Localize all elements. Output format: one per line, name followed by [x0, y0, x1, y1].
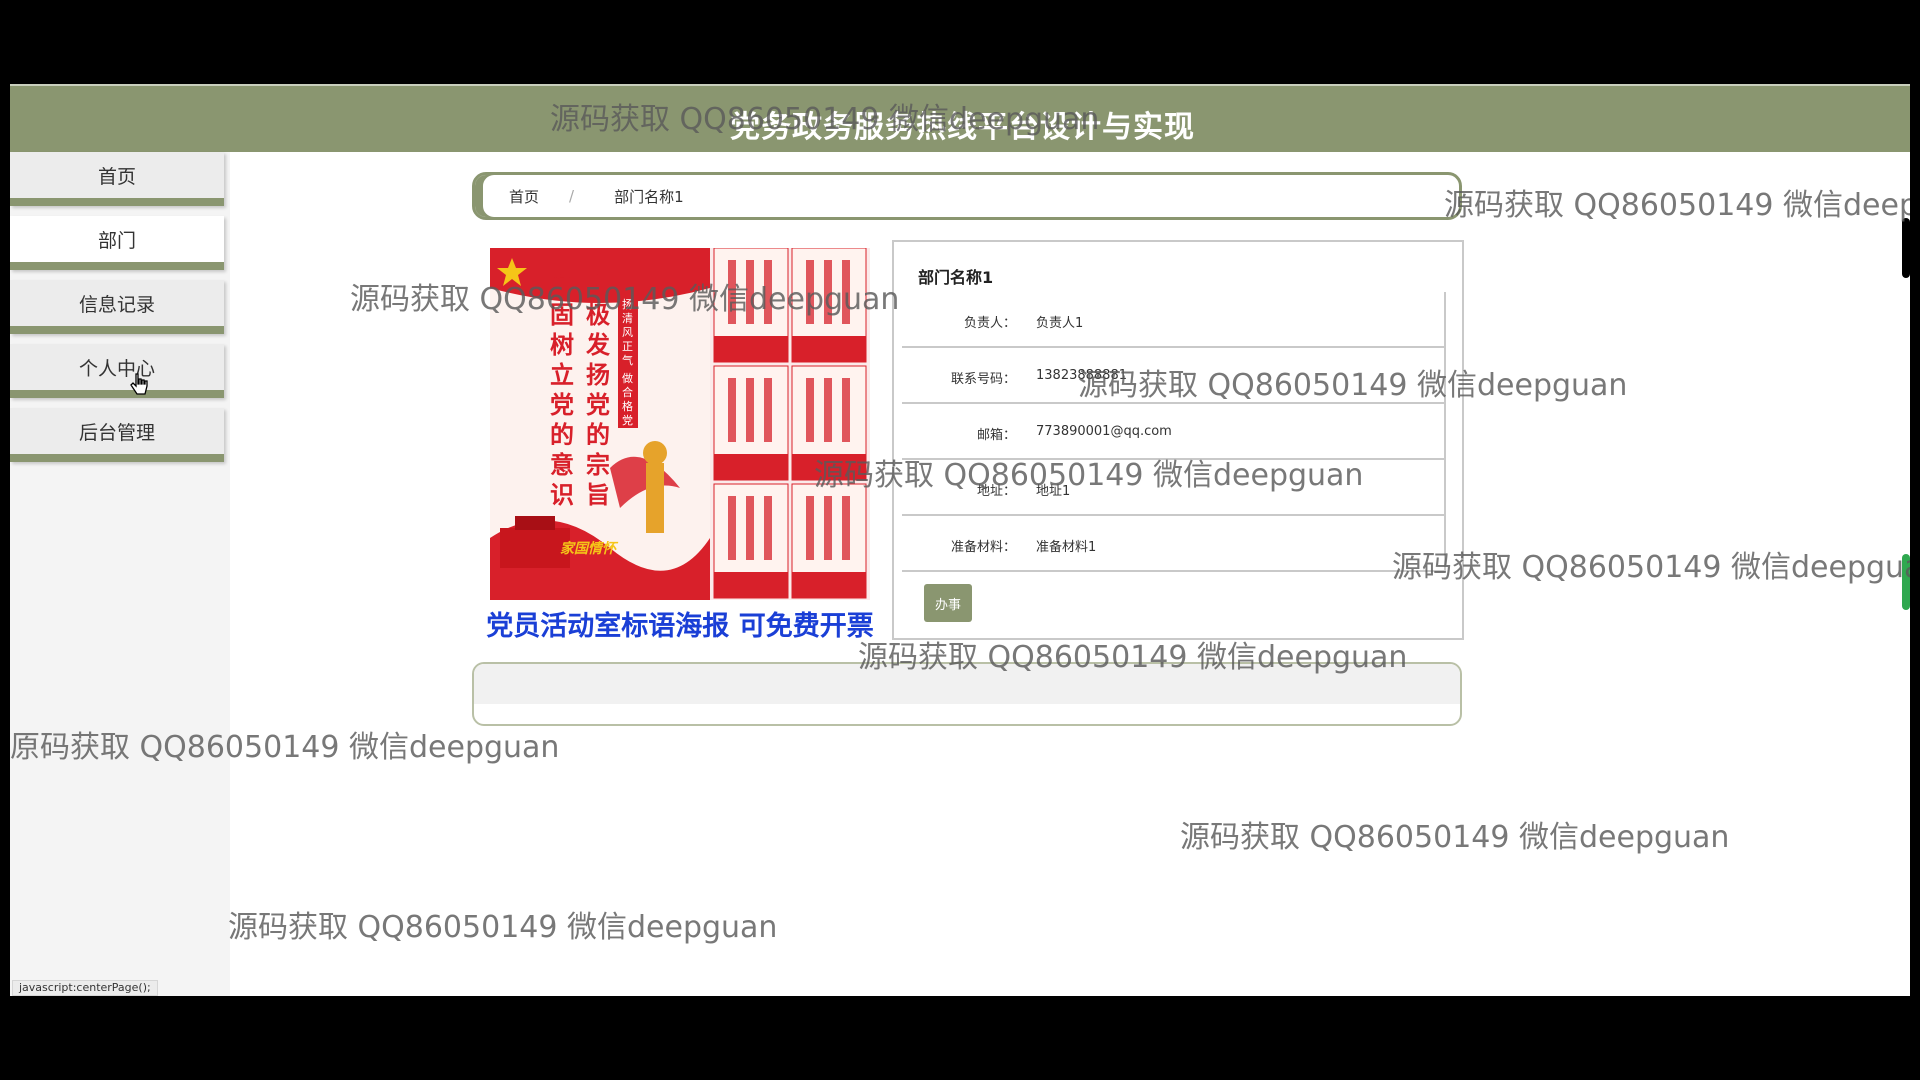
materials-value: 准备材料1	[1036, 540, 1097, 555]
poster-panel-text-line	[806, 378, 814, 442]
poster-panel-band	[714, 572, 788, 598]
breadcrumb: 首页 / 部门名称1	[472, 172, 1462, 220]
poster-panel-text-line	[806, 260, 814, 324]
address-value: 地址1	[1036, 484, 1071, 499]
field-label: 准备材料：	[950, 540, 1016, 555]
poster-panel-text-line	[842, 378, 850, 442]
poster-panel-band	[714, 454, 788, 480]
poster-slogan-3: 扬清风正气做合格党	[622, 297, 633, 427]
poster-caption: 党员活动室标语海报 可免费开票	[486, 611, 874, 642]
department-poster-image: 家国情怀 牢固树立党的意识 积极发扬党的宗旨 扬清风正气做合格党 党员活动室标语…	[482, 248, 878, 642]
browser-viewport: 党务政务服务热线平台设计与实现 首页 部门 信息记录 个人中心 后台管理 jav…	[10, 84, 1910, 996]
breadcrumb-home-link[interactable]: 首页	[509, 186, 539, 207]
poster-panel-text-line	[806, 496, 814, 560]
svg-text:家国情怀: 家国情怀	[560, 540, 619, 557]
email-value: 773890001@qq.com	[1036, 424, 1172, 439]
watermark-text: 源码获取 QQ86050149 微信deepgua	[1392, 550, 1910, 585]
poster-panel-band	[792, 336, 866, 362]
poster-panel-text-line	[746, 496, 754, 560]
poster-panel-text-line	[746, 260, 754, 324]
field-label: 负责人：	[963, 316, 1016, 331]
scrollbar-indicator	[1902, 554, 1910, 610]
poster-panel-band	[792, 454, 866, 480]
poster-panel-band	[792, 572, 866, 598]
breadcrumb-current: 部门名称1	[614, 187, 684, 206]
field-label: 联系号码：	[950, 372, 1016, 387]
status-bar-link: javascript:centerPage();	[12, 980, 158, 996]
detail-row-address: 地址： 地址1	[902, 460, 1446, 516]
poster-panel-text-line	[824, 260, 832, 324]
site-header: 党务政务服务热线平台设计与实现	[10, 84, 1910, 152]
scrollbar-thumb[interactable]	[1902, 218, 1910, 278]
poster-panel-text-line	[842, 260, 850, 324]
breadcrumb-separator: /	[569, 187, 575, 205]
poster-panel-text-line	[728, 260, 736, 324]
sidebar-item-info-records[interactable]: 信息记录	[10, 280, 224, 334]
apply-service-button[interactable]: 办事	[924, 584, 972, 622]
detail-row-materials: 准备材料： 准备材料1	[902, 516, 1446, 572]
poster-panel-text-line	[764, 496, 772, 560]
sidebar: 首页 部门 信息记录 个人中心 后台管理 javascript:centerPa…	[10, 152, 230, 996]
sidebar-item-home[interactable]: 首页	[10, 152, 224, 206]
field-label: 邮箱：	[976, 428, 1016, 443]
mouse-cursor-icon	[130, 373, 148, 395]
content-panel-header	[474, 664, 1460, 704]
poster-panel-band	[714, 336, 788, 362]
field-label: 地址：	[976, 484, 1016, 499]
department-name-title: 部门名称1	[918, 268, 994, 287]
poster-panel-text-line	[746, 378, 754, 442]
content-panel	[472, 662, 1462, 726]
detail-row-email: 邮箱： 773890001@qq.com	[902, 404, 1446, 460]
detail-row-phone: 联系号码： 13823888881	[902, 348, 1446, 404]
site-title: 党务政务服务热线平台设计与实现	[730, 110, 1195, 145]
poster-artwork: 家国情怀 牢固树立党的意识 积极发扬党的宗旨 扬清风正气做合格党	[490, 248, 870, 600]
poster-panel-text-line	[824, 378, 832, 442]
poster-panel-text-line	[728, 496, 736, 560]
poster-panel-text-line	[842, 496, 850, 560]
sidebar-item-department[interactable]: 部门	[10, 216, 224, 270]
watermark-text: 源码获取 QQ86050149 微信deepg	[1444, 188, 1910, 223]
poster-panel-text-line	[728, 378, 736, 442]
phone-value: 13823888881	[1036, 368, 1127, 383]
poster-panel-text-line	[764, 260, 772, 324]
sidebar-item-personal-center[interactable]: 个人中心	[10, 344, 224, 398]
sidebar-item-admin[interactable]: 后台管理	[10, 408, 224, 462]
watermark-text: 源码获取 QQ86050149 微信deepguan	[228, 910, 778, 945]
watermark-text: 源码获取 QQ86050149 微信deepguan	[1180, 820, 1730, 855]
poster-panel-text-line	[824, 496, 832, 560]
detail-row-manager: 负责人： 负责人1	[902, 292, 1446, 348]
manager-value: 负责人1	[1036, 316, 1084, 331]
poster-panel-text-line	[764, 378, 772, 442]
department-detail-card: 部门名称1 负责人： 负责人1 联系号码： 13823888881 邮箱： 77…	[892, 240, 1464, 640]
